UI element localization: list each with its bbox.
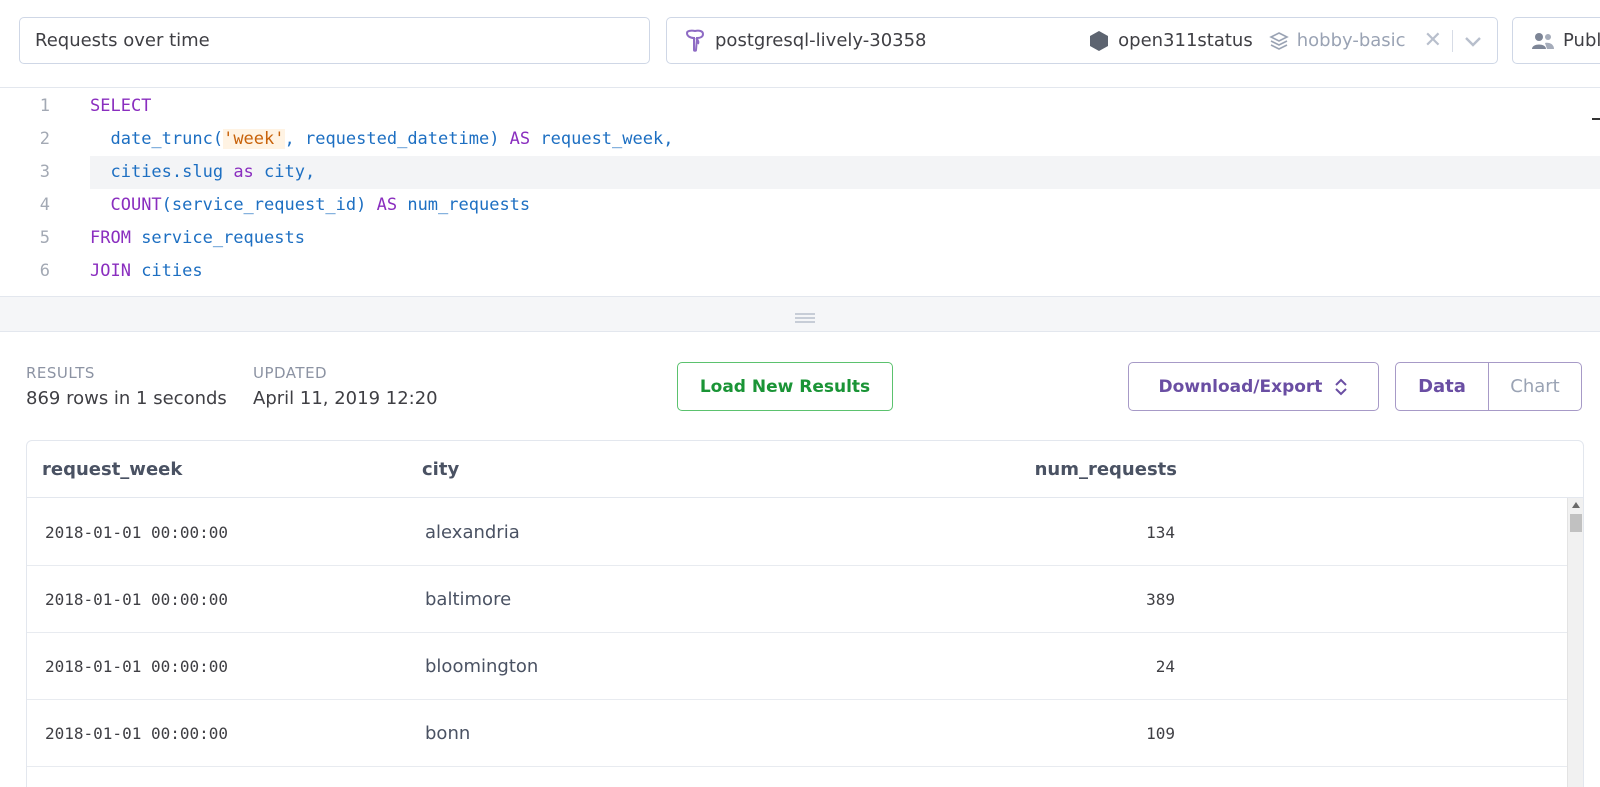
line-number: 3 [39,162,50,182]
table-row: 2018-01-01 00:00:00 alexandria 134 [27,499,1567,566]
identifier-token: , requested_datetime) [284,129,510,149]
chevron-down-icon[interactable] [1463,31,1483,51]
cell-request-week: 2018-01-01 00:00:00 [45,657,229,676]
share-button[interactable]: Publ [1512,17,1600,64]
table-row: 2018-01-01 00:00:00 bloomington 24 [27,633,1567,700]
code-line: 1 SELECT [0,90,1600,123]
code-text[interactable]: JOIN cities [90,255,1600,288]
view-toggle: Data Chart [1395,362,1582,411]
code-line: 2 date_trunc('week', requested_datetime)… [0,123,1600,156]
editor-edge-mark [1592,118,1600,120]
drag-grip-icon [794,309,816,323]
cell-city: bloomington [425,656,539,677]
cell-num-requests: 109 [1146,724,1175,743]
line-number: 4 [39,195,50,215]
keyword: AS [376,195,398,215]
updated-timestamp: April 11, 2019 12:20 [253,388,438,409]
cell-num-requests: 389 [1146,590,1175,609]
table-row: 2018-01-01 00:00:00 baltimore 389 [27,566,1567,633]
app-name: open311status [1118,30,1253,51]
cell-num-requests: 134 [1146,523,1175,542]
results-summary: 869 rows in 1 seconds [26,388,227,409]
code-line: 6 JOIN cities [0,255,1600,288]
cell-city: baltimore [425,589,512,610]
share-label: Publ [1563,30,1600,51]
tab-data[interactable]: Data [1396,363,1489,410]
code-text[interactable]: COUNT(service_request_id) AS num_request… [90,189,1600,222]
keyword: as [233,162,254,182]
cell-request-week: 2018-01-01 00:00:00 [45,724,229,743]
keyword: AS [509,129,531,149]
updated-label: UPDATED [253,364,328,382]
cell-num-requests: 24 [1155,657,1175,676]
results-table: request_week city num_requests 2018-01-0… [26,440,1584,787]
table-scrollbar[interactable] [1567,498,1583,787]
editor-resize-handle[interactable] [0,296,1600,332]
code-line: 4 COUNT(service_request_id) AS num_reque… [0,189,1600,222]
datasource-select[interactable]: postgresql-lively-30358 open311status ho… [666,17,1498,64]
code-text[interactable]: FROM service_requests [90,222,1600,255]
line-number: 5 [39,228,50,248]
column-header-num-requests[interactable]: num_requests [927,441,1177,498]
download-export-label: Download/Export [1158,376,1323,397]
identifier-token: request_week, [530,129,674,149]
identifier-token: city, [253,162,316,182]
identifier-token: num_requests [397,195,531,215]
people-icon [1531,31,1555,51]
postgres-elephant-icon [683,29,707,53]
code-text[interactable]: cities.slug as city, [90,156,1600,189]
scroll-thumb[interactable] [1570,514,1582,532]
identifier-token: service_requests [130,228,305,248]
function-token: date_trunc( [110,129,224,149]
code-text[interactable]: date_trunc('week', requested_datetime) A… [90,123,1600,156]
column-header-city[interactable]: city [422,441,459,498]
code-line-active: 3 cities.slug as city, [0,156,1600,189]
cell-request-week: 2018-01-01 00:00:00 [45,523,229,542]
up-down-chevron-icon [1334,378,1348,396]
tab-chart[interactable]: Chart [1489,363,1581,410]
cell-city: bonn [425,723,471,744]
table-header: request_week city num_requests [27,441,1583,498]
layers-icon [1268,31,1289,51]
results-label: RESULTS [26,364,95,382]
plan-name: hobby-basic [1296,30,1406,51]
identifier-token: (service_request_id) [161,195,377,215]
code-line: 5 FROM service_requests [0,222,1600,255]
code-text[interactable]: SELECT [90,90,1600,123]
load-new-results-button[interactable]: Load New Results [677,362,893,411]
cell-city: alexandria [425,522,520,543]
line-number: 6 [39,261,50,281]
query-title-input[interactable] [19,17,650,64]
identifier-token: cities.slug [110,162,234,182]
identifier-token: cities [130,261,203,281]
string-token: 'week' [223,129,285,149]
line-number: 2 [39,129,50,149]
keyword: SELECT [90,96,152,116]
keyword: FROM [90,228,131,248]
close-icon[interactable]: ✕ [1424,28,1442,53]
scroll-up-arrow-icon[interactable] [1572,502,1580,508]
select-divider [1452,29,1453,52]
hexagon-app-icon [1088,30,1110,52]
download-export-button[interactable]: Download/Export [1128,362,1379,411]
table-row: 2018-01-01 00:00:00 bonn 109 [27,700,1567,767]
keyword: COUNT [110,195,162,215]
query-toolbar: postgresql-lively-30358 open311status ho… [0,0,1600,88]
line-number: 1 [39,96,50,116]
sql-editor[interactable]: 1 SELECT 2 date_trunc('week', requested_… [0,88,1600,296]
keyword: JOIN [90,261,131,281]
cell-request-week: 2018-01-01 00:00:00 [45,590,229,609]
database-name: postgresql-lively-30358 [715,30,927,51]
column-header-request-week[interactable]: request_week [42,441,182,498]
